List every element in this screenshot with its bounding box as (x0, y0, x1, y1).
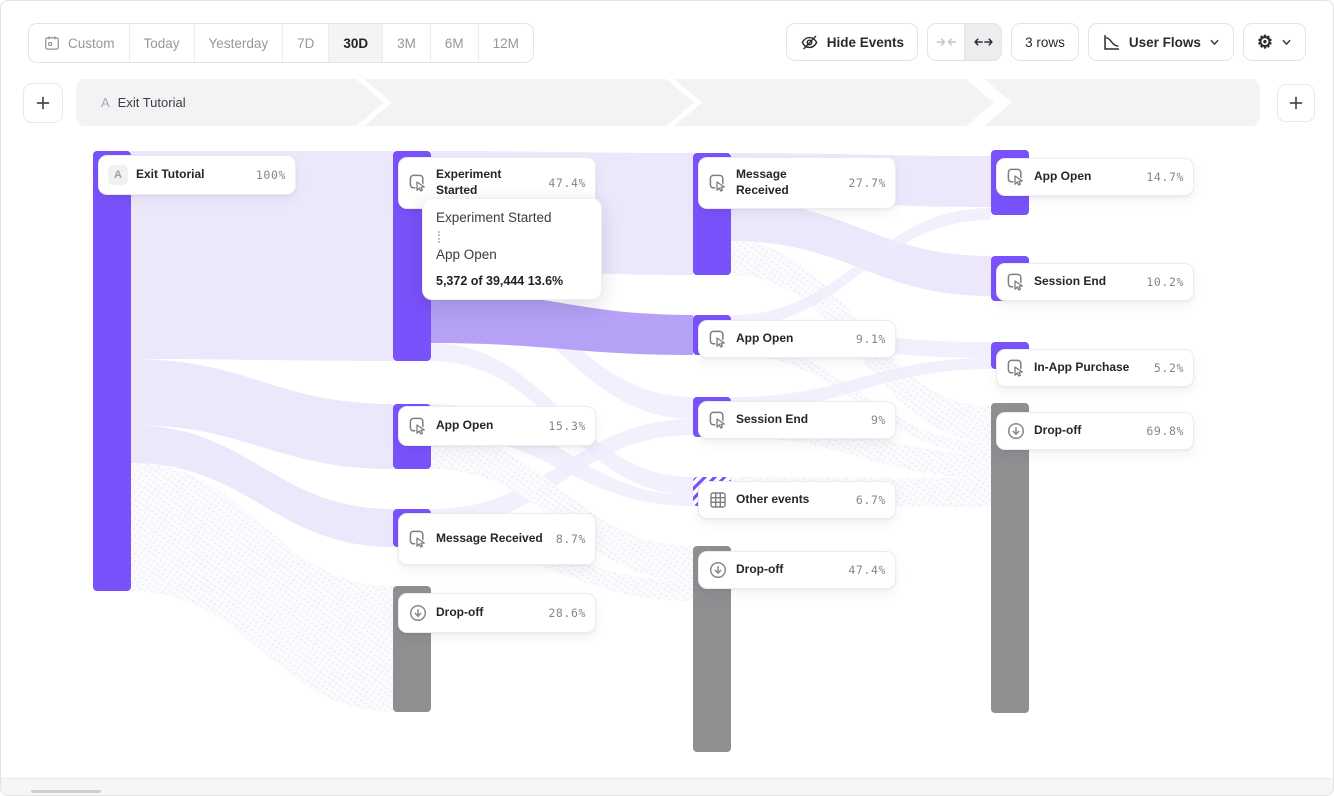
event-icon (708, 173, 728, 193)
bottom-scroll-track (1, 778, 1333, 796)
other-events-icon (708, 490, 728, 510)
node-app-open-3[interactable]: App Open 9.1% (698, 320, 896, 358)
bar-exit-tutorial[interactable] (93, 151, 131, 591)
event-icon (708, 410, 728, 430)
horizontal-scrollbar-thumb[interactable] (31, 790, 101, 793)
event-icon (408, 173, 428, 193)
flow-experiment-to-appopen-highlighted[interactable] (431, 291, 693, 355)
drop-off-icon (708, 560, 728, 580)
event-icon (1006, 272, 1026, 292)
node-other-events-3[interactable]: Other events 6.7% (698, 481, 896, 519)
tooltip-stat: 5,372 of 39,444 13.6% (436, 274, 588, 288)
step-letter: A (101, 95, 110, 110)
event-icon (708, 329, 728, 349)
drop-off-icon (1006, 421, 1026, 441)
node-exit-tutorial[interactable]: A Exit Tutorial 100% (98, 155, 296, 195)
user-flows-app: Custom Today Yesterday 7D 30D 3M 6M 12M … (0, 0, 1334, 796)
tooltip-target: App Open (436, 247, 588, 264)
event-icon (408, 416, 428, 436)
node-drop-off-4[interactable]: Drop-off 69.8% (996, 412, 1194, 450)
step-name: Exit Tutorial (118, 95, 186, 110)
event-icon (408, 529, 428, 549)
node-app-open-2[interactable]: App Open 15.3% (398, 406, 596, 446)
event-icon (1006, 167, 1026, 187)
node-drop-off-2[interactable]: Drop-off 28.6% (398, 593, 596, 633)
drop-off-icon (408, 603, 428, 623)
node-session-end-3[interactable]: Session End 9% (698, 401, 896, 439)
flow-ribbons (1, 1, 1333, 795)
tooltip-connector (438, 231, 440, 243)
node-app-open-4[interactable]: App Open 14.7% (996, 158, 1194, 196)
tooltip-source: Experiment Started (436, 210, 588, 227)
node-drop-off-3[interactable]: Drop-off 47.4% (698, 551, 896, 589)
flow-tooltip: Experiment Started App Open 5,372 of 39,… (422, 198, 602, 300)
event-icon (1006, 358, 1026, 378)
node-message-received-3[interactable]: Message Received 27.7% (698, 157, 896, 209)
step-a-badge: A (108, 165, 128, 185)
node-message-received-2[interactable]: Message Received 8.7% (398, 513, 596, 565)
node-in-app-purchase-4[interactable]: In-App Purchase 5.2% (996, 349, 1194, 387)
step-header-label: A Exit Tutorial (101, 79, 186, 126)
node-session-end-4[interactable]: Session End 10.2% (996, 263, 1194, 301)
